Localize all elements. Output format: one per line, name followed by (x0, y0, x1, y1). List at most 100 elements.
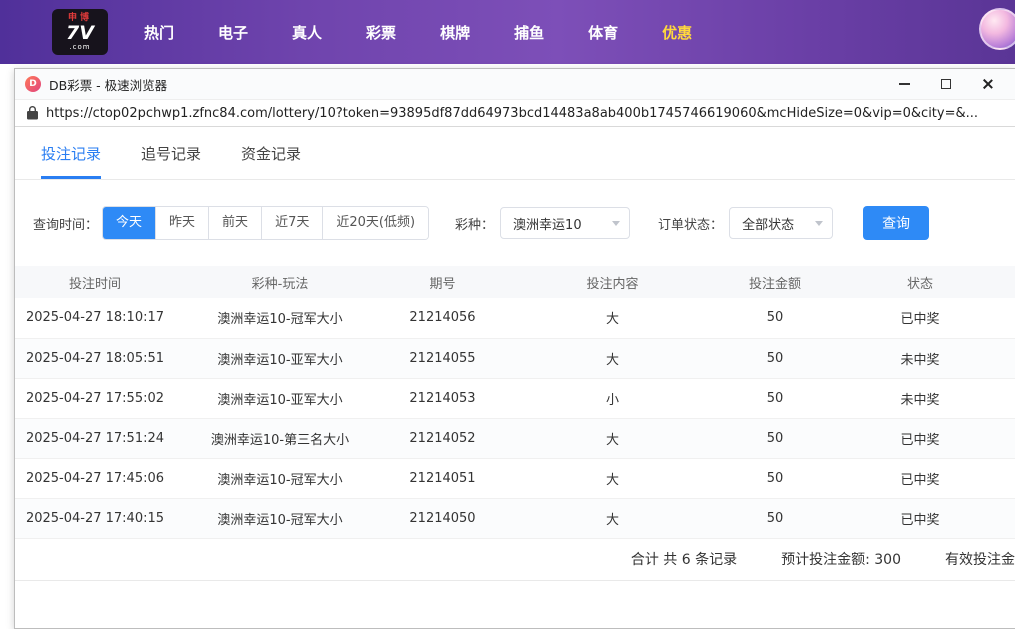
nav-item[interactable]: 优惠 (640, 22, 714, 43)
nav-item[interactable]: 棋牌 (418, 22, 492, 43)
summary-expected-amount: 预计投注金额: 300 (781, 552, 901, 568)
table-row: 2025-04-27 17:45:06 澳洲幸运10-冠军大小 21214051 大 5… (15, 458, 1015, 499)
records-tbody: 2025-04-27 18:10:17 澳洲幸运10-冠军大小 21214056 大 5… (15, 298, 1015, 539)
chevron-down-icon (612, 220, 621, 226)
cell-game: 澳洲幸运10-冠军大小 (175, 498, 385, 539)
address-bar[interactable]: https://ctop02pchwp1.zfnc84.com/lottery/… (15, 99, 1015, 127)
bet-records-table: 投注时间 彩种-玩法 期号 投注内容 投注金额 状态 2025-04-27 18:10:1… (15, 266, 1015, 539)
time-option[interactable]: 昨天 (155, 207, 209, 239)
time-option[interactable]: 前天 (208, 207, 262, 239)
chevron-down-icon (815, 220, 824, 226)
cell-amount: 50 (725, 498, 825, 539)
nav-item[interactable]: 真人 (270, 22, 344, 43)
column-header: 状态 (825, 266, 1015, 298)
cell-time: 2025-04-27 17:51:24 (15, 418, 175, 459)
summary-total: 合计 共 6 条记录 (630, 552, 738, 568)
cell-status: 未中奖 (825, 338, 1015, 379)
time-option[interactable]: 近20天(低频) (322, 207, 429, 239)
time-range-group: 今天 昨天 前天 近7天 近20天(低频) (102, 206, 430, 240)
cell-content: 小 (500, 378, 725, 419)
minimize-button[interactable] (897, 77, 911, 91)
table-row: 2025-04-27 17:55:02 澳洲幸运10-亚军大小 21214053 小 5… (15, 378, 1015, 419)
user-avatar[interactable] (979, 8, 1015, 50)
cell-issue: 21214055 (385, 338, 500, 379)
table-header-row: 投注时间 彩种-玩法 期号 投注内容 投注金额 状态 (15, 266, 1015, 298)
cell-game: 澳洲幸运10-第三名大小 (175, 418, 385, 459)
cell-amount: 50 (725, 338, 825, 379)
nav-item[interactable]: 体育 (566, 22, 640, 43)
time-option[interactable]: 今天 (103, 207, 156, 239)
cell-amount: 50 (725, 298, 825, 339)
cell-issue: 21214053 (385, 378, 500, 419)
topbar-nav: 热门 电子 真人 彩票 棋牌 捕鱼 体育 优惠 (122, 22, 714, 43)
column-header: 投注金额 (725, 266, 825, 298)
lock-icon (27, 106, 38, 120)
cell-game: 澳洲幸运10-亚军大小 (175, 338, 385, 379)
maximize-icon (941, 79, 951, 89)
order-status-label: 订单状态： (658, 217, 724, 233)
url-text: https://ctop02pchwp1.zfnc84.com/lottery/… (46, 105, 979, 121)
column-header: 彩种-玩法 (175, 266, 385, 298)
nav-item[interactable]: 热门 (122, 22, 196, 43)
summary-valid-amount: 有效投注金 (945, 552, 1015, 568)
browser-titlebar[interactable]: D DB彩票 - 极速浏览器 (15, 69, 1015, 99)
table-row: 2025-04-27 18:10:17 澳洲幸运10-冠军大小 21214056 大 5… (15, 298, 1015, 339)
filter-bar: 查询时间： 今天 昨天 前天 近7天 近20天(低频) 彩种： 澳洲幸运10 订单状态：… (15, 180, 1015, 240)
summary-bar: 合计 共 6 条记录 预计投注金额: 300 有效投注金 (15, 539, 1015, 581)
cell-time: 2025-04-27 18:05:51 (15, 338, 175, 379)
cell-game: 澳洲幸运10-冠军大小 (175, 458, 385, 499)
tab[interactable]: 资金记录 (241, 143, 301, 179)
site-favicon-icon: D (25, 76, 41, 92)
minimize-icon (898, 83, 910, 85)
table-row: 2025-04-27 17:40:15 澳洲幸运10-冠军大小 21214050 大 5… (15, 498, 1015, 539)
cell-status: 未中奖 (825, 378, 1015, 419)
table-row: 2025-04-27 18:05:51 澳洲幸运10-亚军大小 21214055 大 5… (15, 338, 1015, 379)
cell-time: 2025-04-27 17:55:02 (15, 378, 175, 419)
cell-content: 大 (500, 418, 725, 459)
nav-item[interactable]: 电子 (196, 22, 270, 43)
table-row: 2025-04-27 17:51:24 澳洲幸运10-第三名大小 21214052 大… (15, 418, 1015, 459)
cell-game: 澳洲幸运10-冠军大小 (175, 298, 385, 339)
cell-time: 2025-04-27 17:40:15 (15, 498, 175, 539)
window-title: DB彩票 - 极速浏览器 (49, 77, 168, 93)
site-topbar: 申博 7V .com 热门 电子 真人 彩票 棋牌 捕鱼 体育 优惠 (0, 0, 1015, 64)
cell-game: 澳洲幸运10-亚军大小 (175, 378, 385, 419)
column-header: 期号 (385, 266, 500, 298)
cell-status: 已中奖 (825, 498, 1015, 539)
nav-item[interactable]: 捕鱼 (492, 22, 566, 43)
close-button[interactable] (981, 77, 995, 91)
cell-time: 2025-04-27 18:10:17 (15, 298, 175, 339)
nav-item[interactable]: 彩票 (344, 22, 418, 43)
cell-status: 已中奖 (825, 298, 1015, 339)
close-icon (982, 78, 994, 90)
maximize-button[interactable] (939, 77, 953, 91)
lottery-select[interactable]: 澳洲幸运10 (500, 207, 631, 239)
page-content: 投注记录 追号记录 资金记录 查询时间： 今天 昨天 前天 近7天 近20天(低频) 彩种：… (15, 127, 1015, 628)
cell-amount: 50 (725, 458, 825, 499)
cell-issue: 21214052 (385, 418, 500, 459)
cell-content: 大 (500, 298, 725, 339)
order-status-select[interactable]: 全部状态 (729, 207, 834, 239)
browser-window: D DB彩票 - 极速浏览器 https://ctop02pchwp1.zfnc… (14, 68, 1015, 629)
cell-amount: 50 (725, 418, 825, 459)
record-tabs: 投注记录 追号记录 资金记录 (15, 127, 1015, 180)
column-header: 投注内容 (500, 266, 725, 298)
search-button[interactable]: 查询 (863, 206, 930, 240)
time-filter-label: 查询时间： (33, 217, 99, 233)
lottery-select-value: 澳洲幸运10 (513, 217, 582, 233)
order-status-value: 全部状态 (742, 217, 795, 233)
cell-content: 大 (500, 498, 725, 539)
site-logo[interactable]: 申博 7V .com (52, 9, 108, 55)
column-header: 投注时间 (15, 266, 175, 298)
time-option[interactable]: 近7天 (261, 207, 323, 239)
cell-issue: 21214051 (385, 458, 500, 499)
cell-status: 已中奖 (825, 418, 1015, 459)
logo-text-suffix: .com (69, 42, 91, 51)
cell-content: 大 (500, 338, 725, 379)
tab[interactable]: 投注记录 (41, 143, 102, 179)
logo-text-main: 7V (66, 21, 94, 44)
cell-amount: 50 (725, 378, 825, 419)
lottery-filter-label: 彩种： (455, 217, 495, 233)
tab[interactable]: 追号记录 (141, 143, 201, 179)
window-controls (897, 77, 1005, 91)
